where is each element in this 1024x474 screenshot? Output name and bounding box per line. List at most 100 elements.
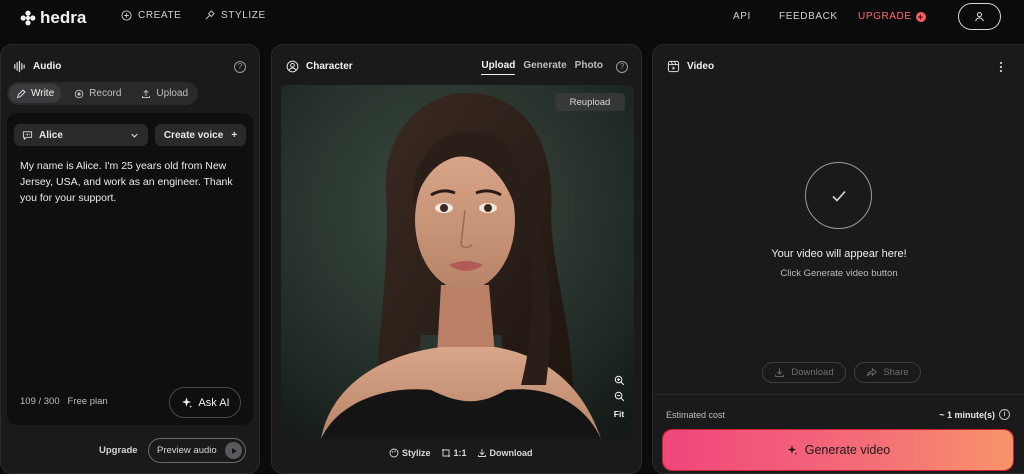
speech-bubble-icon	[22, 130, 33, 140]
nav-stylize-label: STYLIZE	[221, 10, 266, 21]
stylize-button[interactable]: Stylize	[389, 448, 431, 458]
stylize-label: Stylize	[402, 448, 431, 458]
account-button[interactable]	[958, 3, 1001, 30]
film-icon	[667, 60, 680, 73]
pen-icon	[16, 88, 26, 98]
video-header: Video	[667, 60, 714, 73]
video-download-button[interactable]: Download	[762, 362, 846, 383]
estimated-cost-label: Estimated cost	[666, 410, 726, 420]
play-icon	[225, 442, 242, 459]
character-help-icon[interactable]: ?	[616, 61, 628, 73]
create-voice-label: Create voice	[163, 129, 224, 141]
counter-value: 109 / 300	[20, 396, 60, 407]
sparkle-icon	[787, 445, 797, 456]
audio-panel: Audio ? Write Record Upload Alice Create…	[0, 44, 260, 474]
mode-record-label: Record	[89, 88, 122, 99]
ask-ai-button[interactable]: Ask AI	[169, 387, 241, 418]
script-editor: Alice Create voice + My name is Alice. I…	[7, 113, 253, 425]
mode-write-label: Write	[31, 88, 55, 99]
plus-circle-icon	[121, 10, 132, 21]
tab-generate[interactable]: Generate	[523, 60, 566, 75]
nav-create-label: CREATE	[138, 10, 182, 21]
preview-audio-button[interactable]: Preview audio	[148, 438, 246, 463]
reupload-button[interactable]: Reupload	[555, 93, 625, 111]
share-icon	[867, 367, 878, 377]
plus-icon: +	[231, 129, 238, 141]
zoom-in-icon[interactable]	[614, 375, 625, 386]
audio-title: Audio	[33, 61, 62, 72]
character-counter: 109 / 300 Free plan	[20, 396, 108, 407]
estimated-cost: ~ 1 minute(s) i	[939, 409, 1010, 420]
info-icon[interactable]: i	[999, 409, 1010, 420]
download-icon	[477, 449, 486, 457]
user-circle-icon	[286, 60, 299, 73]
voice-name: Alice	[39, 129, 63, 141]
nav-upgrade-label: UPGRADE	[858, 11, 912, 22]
mode-write[interactable]: Write	[9, 84, 62, 103]
sparkle-icon	[182, 397, 193, 409]
character-actions: Stylize 1:1 Download	[389, 448, 533, 458]
download-icon	[775, 368, 785, 377]
character-panel: Character Upload Generate Photo ? Reuplo…	[271, 44, 642, 474]
checkmark-icon	[831, 190, 846, 202]
fit-button[interactable]: Fit	[614, 409, 624, 419]
zoom-out-icon[interactable]	[614, 391, 625, 402]
nav-api[interactable]: API	[733, 11, 751, 22]
top-bar: hedra CREATE STYLIZE API FEEDBACK UPGRAD…	[0, 0, 1024, 36]
estimated-cost-value: ~ 1 minute(s)	[939, 409, 995, 420]
video-placeholder-circle	[805, 162, 872, 229]
preview-audio-label: Preview audio	[157, 445, 217, 456]
mode-upload-label: Upload	[156, 88, 189, 99]
character-download-label: Download	[489, 448, 533, 458]
tab-photo[interactable]: Photo	[575, 60, 603, 75]
portrait-illustration	[281, 85, 634, 439]
aspect-ratio-label: 1:1	[453, 448, 467, 458]
generate-video-label: Generate video	[804, 443, 891, 457]
nav-stylize[interactable]: STYLIZE	[204, 10, 266, 21]
tab-upload[interactable]: Upload	[481, 60, 516, 75]
video-download-label: Download	[791, 367, 834, 378]
character-header: Character	[286, 60, 353, 73]
audio-header: Audio	[13, 60, 61, 73]
record-icon	[74, 89, 84, 98]
upload-icon	[142, 89, 151, 98]
audio-mode-selector: Write Record Upload	[7, 82, 198, 105]
video-placeholder-subtitle: Click Generate video button	[780, 268, 898, 279]
ask-ai-label: Ask AI	[198, 396, 230, 409]
crop-icon	[441, 449, 450, 457]
user-icon	[975, 12, 984, 22]
mode-upload[interactable]: Upload	[134, 84, 195, 103]
character-title: Character	[306, 61, 353, 72]
mode-record[interactable]: Record	[67, 84, 128, 103]
character-download-button[interactable]: Download	[477, 448, 533, 458]
brush-icon	[205, 10, 215, 20]
nav-feedback[interactable]: FEEDBACK	[779, 11, 838, 22]
voice-dropdown[interactable]: Alice	[14, 124, 148, 146]
plan-label: Free plan	[67, 396, 108, 407]
video-divider	[653, 394, 1024, 395]
nav-create[interactable]: CREATE	[121, 10, 181, 21]
create-voice-button[interactable]: Create voice +	[155, 124, 246, 146]
video-placeholder-title: Your video will appear here!	[771, 248, 907, 260]
character-tabs: Upload Generate Photo	[481, 60, 603, 75]
flower-logo-icon	[20, 10, 36, 26]
aspect-ratio-button[interactable]: 1:1	[441, 448, 467, 458]
waveform-icon	[14, 60, 25, 73]
hedra-logo[interactable]: hedra	[20, 8, 86, 28]
script-textarea[interactable]: My name is Alice. I'm 25 years old from …	[20, 158, 242, 206]
zoom-tools: Fit	[608, 375, 630, 431]
upgrade-link[interactable]: Upgrade	[99, 445, 138, 456]
character-image	[281, 85, 634, 439]
generate-video-button[interactable]: Generate video	[662, 429, 1014, 471]
more-options-icon[interactable]	[999, 61, 1003, 73]
video-title: Video	[687, 61, 715, 72]
palette-icon	[389, 448, 399, 458]
chevron-down-icon	[131, 133, 138, 138]
video-share-button[interactable]: Share	[854, 362, 921, 383]
brand-name: hedra	[40, 8, 87, 27]
upgrade-plus-icon: +	[915, 11, 926, 22]
nav-upgrade[interactable]: UPGRADE +	[858, 11, 926, 22]
video-share-label: Share	[883, 367, 909, 378]
video-panel: Video Your video will appear here! Click…	[652, 44, 1024, 474]
audio-help-icon[interactable]: ?	[234, 61, 246, 73]
